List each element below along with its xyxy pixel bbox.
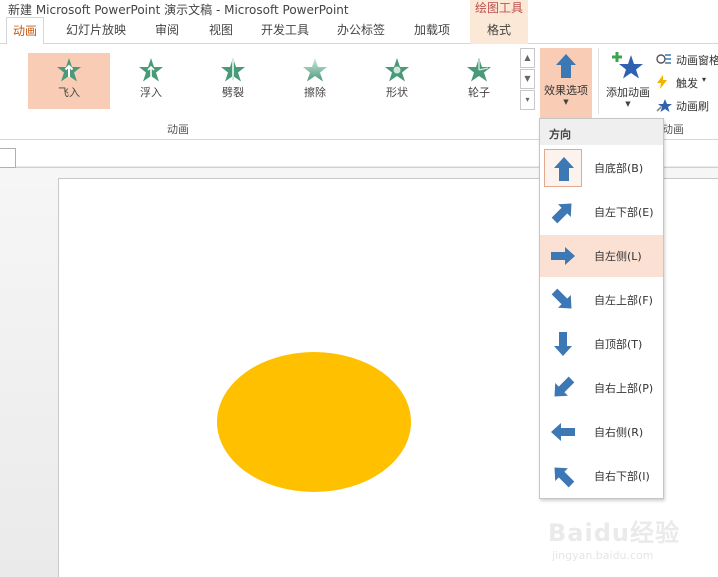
direction-label: 自左上部(F)	[594, 294, 653, 307]
watermark-brand: Baidu经验	[548, 519, 680, 547]
wipe-star-icon	[303, 58, 327, 82]
gallery-item-float-in[interactable]: 浮入	[110, 53, 192, 109]
tab-slideshow[interactable]: 幻灯片放映	[58, 17, 134, 44]
gallery-scroll: ▲ ▼ ▾	[520, 48, 535, 110]
gallery-label: 飞入	[58, 86, 80, 99]
gallery-more-button[interactable]: ▾	[520, 90, 535, 110]
direction-label: 自右下部(I)	[594, 470, 650, 483]
tab-developer[interactable]: 开发工具	[254, 17, 316, 44]
gallery-label: 擦除	[304, 86, 326, 99]
trigger-label: 触发	[676, 77, 698, 90]
arrow-up-right-icon	[551, 203, 572, 224]
icon-box	[544, 413, 582, 451]
chevron-down-icon: ▼	[563, 98, 569, 106]
add-animation-button[interactable]: 添加动画 ▼	[600, 48, 656, 118]
group-divider	[598, 48, 599, 114]
tab-animation[interactable]: 动画	[6, 17, 44, 45]
split-star-icon	[221, 58, 245, 82]
direction-label: 自顶部(T)	[594, 338, 643, 351]
arrow-up-left-icon	[554, 467, 575, 488]
gallery-label: 轮子	[468, 86, 490, 99]
chevron-down-icon: ▼	[625, 100, 631, 108]
effect-options-label: 效果选项	[544, 84, 588, 97]
tab-review[interactable]: 审阅	[146, 17, 188, 44]
animation-pane-label: 动画窗格	[676, 54, 718, 67]
wheel-star-icon	[467, 58, 491, 82]
direction-from-top[interactable]: 自顶部(T)	[540, 323, 663, 365]
arrow-up-icon	[556, 54, 576, 78]
direction-label: 自右上部(P)	[594, 382, 654, 395]
tab-office-tab[interactable]: 办公标签	[330, 17, 392, 44]
window-title: 新建 Microsoft PowerPoint 演示文稿 - Microsoft…	[8, 3, 349, 17]
watermark-url: jingyan.baidu.com	[552, 549, 654, 562]
arrow-up-icon	[554, 157, 574, 181]
direction-from-top-left[interactable]: 自左上部(F)	[540, 279, 663, 321]
direction-label: 自底部(B)	[594, 162, 644, 175]
direction-from-bottom-left[interactable]: 自左下部(E)	[540, 191, 663, 233]
arrow-down-icon	[554, 332, 572, 356]
dropdown-title: 方向	[549, 128, 571, 141]
ruler-corner	[0, 148, 16, 168]
effect-options-button[interactable]: 效果选项 ▼	[540, 48, 592, 118]
direction-from-top-right[interactable]: 自右上部(P)	[540, 367, 663, 409]
contextual-tab-title: 绘图工具	[470, 0, 528, 17]
tab-format[interactable]: 格式	[470, 17, 528, 44]
icon-box	[544, 369, 582, 407]
animation-pane-icon	[656, 54, 671, 64]
tab-view[interactable]: 视图	[200, 17, 242, 44]
direction-label: 自左下部(E)	[594, 206, 654, 219]
direction-from-bottom[interactable]: 自底部(B)	[540, 147, 663, 189]
direction-label: 自左侧(L)	[594, 250, 642, 263]
add-animation-star-icon	[612, 52, 643, 79]
icon-box	[544, 237, 582, 275]
baidu-watermark: Baidu经验 jingyan.baidu.com	[548, 513, 718, 573]
chevron-down-icon: ▾	[702, 75, 707, 84]
direction-dropdown: 方向 自底部(B) 自左下部(E) 自左侧(L) 自左上部(F) 自顶部(T) …	[539, 118, 664, 499]
animation-painter-label: 动画刷	[676, 100, 709, 113]
gallery-item-fly-in[interactable]: 飞入	[28, 53, 110, 109]
add-animation-label: 添加动画	[606, 86, 650, 99]
direction-from-bottom-right[interactable]: 自右下部(I)	[540, 455, 663, 497]
tab-addins[interactable]: 加载项	[404, 17, 460, 44]
dropdown-header: 方向	[540, 119, 663, 145]
arrow-right-icon	[551, 247, 575, 265]
gallery-scroll-down-button[interactable]: ▼	[520, 69, 535, 89]
icon-box	[544, 149, 582, 187]
title-bar: 新建 Microsoft PowerPoint 演示文稿 - Microsoft…	[0, 0, 718, 17]
fly-in-star-icon	[57, 58, 81, 82]
icon-box	[544, 457, 582, 495]
direction-from-right[interactable]: 自右侧(R)	[540, 411, 663, 453]
trigger-icon	[657, 75, 667, 89]
gallery-item-wipe[interactable]: 擦除	[274, 53, 356, 109]
arrow-down-left-icon	[554, 376, 575, 397]
gallery-label: 浮入	[140, 86, 162, 99]
gallery-label: 形状	[386, 86, 408, 99]
gallery-label: 劈裂	[222, 86, 244, 99]
gallery-item-split[interactable]: 劈裂	[192, 53, 274, 109]
gallery-item-wheel[interactable]: 轮子	[438, 53, 520, 109]
group-label-animation: 动画	[167, 123, 189, 136]
icon-box	[544, 325, 582, 363]
gallery-scroll-up-button[interactable]: ▲	[520, 48, 535, 68]
arrow-down-right-icon	[551, 288, 572, 309]
group-label-advanced-animation: 动画	[662, 123, 684, 136]
arrow-left-icon	[551, 423, 575, 441]
direction-from-left[interactable]: 自左侧(L)	[540, 235, 663, 277]
direction-label: 自右侧(R)	[594, 426, 644, 439]
gallery-item-shape[interactable]: 形状	[356, 53, 438, 109]
icon-box	[544, 193, 582, 231]
ribbon-tab-row: 动画 幻灯片放映 审阅 视图 开发工具 办公标签 加载项 格式	[0, 17, 718, 45]
ellipse-shape[interactable]	[217, 352, 411, 492]
animation-painter-icon	[656, 99, 672, 112]
float-in-star-icon	[139, 58, 163, 82]
icon-box	[544, 281, 582, 319]
shape-star-icon	[385, 58, 409, 82]
